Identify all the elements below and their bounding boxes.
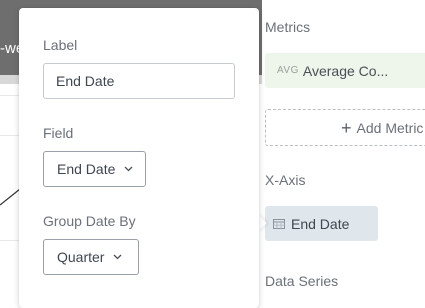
xaxis-field-pill[interactable]: End Date <box>265 206 378 241</box>
calendar-icon <box>273 218 285 229</box>
field-select-title: Field <box>43 125 74 141</box>
plus-icon: + <box>341 117 352 138</box>
chart-config-panel: Metrics AVG Average Co... + Add Metric X… <box>262 0 425 290</box>
add-metric-button[interactable]: + Add Metric <box>265 109 425 146</box>
group-date-select[interactable]: Quarter <box>43 239 139 275</box>
xaxis-title: X-Axis <box>265 172 306 188</box>
field-settings-popover: Label Field End Date Group Date By Quart… <box>19 8 259 308</box>
metric-name: Average Co... <box>302 62 389 79</box>
label-input[interactable] <box>43 63 235 99</box>
xaxis-field-name: End Date <box>291 215 350 232</box>
group-date-title: Group Date By <box>43 213 136 229</box>
chevron-down-icon <box>124 166 133 172</box>
add-metric-label: Add Metric <box>356 119 424 136</box>
metric-pill[interactable]: AVG Average Co... <box>265 53 425 88</box>
group-date-value: Quarter <box>57 249 105 265</box>
metrics-title: Metrics <box>265 19 311 35</box>
chart-gridline <box>0 135 20 136</box>
chart-gridline <box>0 95 20 96</box>
field-select-value: End Date <box>57 161 116 177</box>
label-field-title: Label <box>43 37 78 53</box>
data-series-title: Data Series <box>265 273 339 289</box>
metric-aggregation: AVG <box>277 65 299 76</box>
chevron-down-icon <box>114 254 122 260</box>
chart-gridline <box>0 240 20 241</box>
field-select[interactable]: End Date <box>43 151 146 187</box>
